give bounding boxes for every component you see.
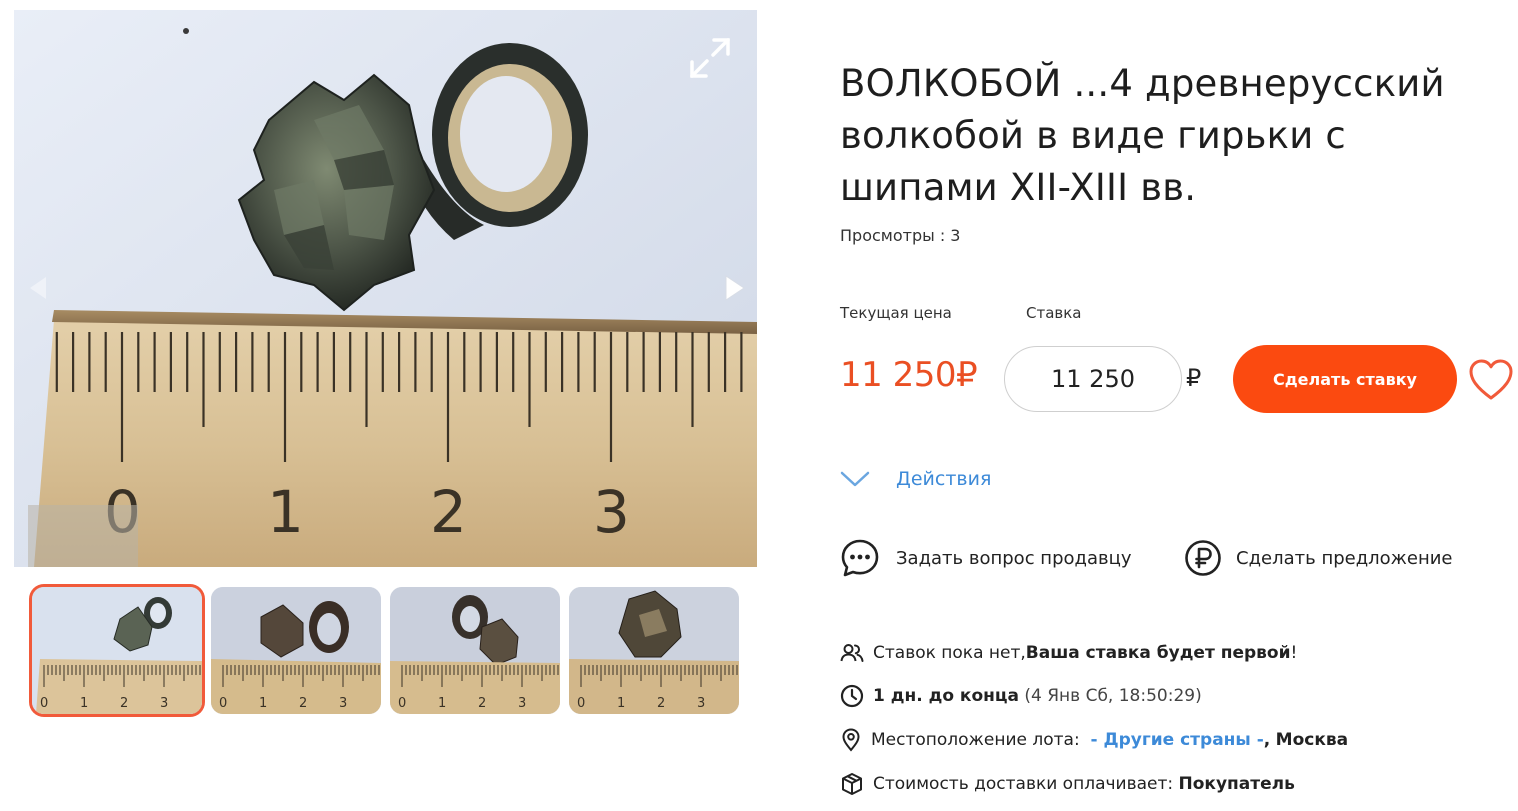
arrow-right-icon[interactable]: [720, 272, 748, 304]
place-bid-button[interactable]: Сделать ставку: [1233, 345, 1457, 413]
thumb-ruler-number: 1: [617, 696, 625, 711]
ruler-number: 2: [430, 478, 467, 546]
ruler-number: 3: [593, 478, 630, 546]
ask-seller-button[interactable]: Задать вопрос продавцу: [840, 538, 1132, 578]
main-photo-image: 0123: [14, 10, 757, 567]
lot-location: Местоположение лота: - Другие страны -, …: [840, 727, 1348, 753]
thumb-ruler-number: 0: [398, 696, 406, 711]
bids-status-emphasis: Ваша ставка будет первой: [1025, 643, 1291, 663]
lot-title: ВОЛКОБОЙ ...4 древнерусский волкобой в в…: [840, 62, 1445, 209]
ruler-graphic: 0123: [34, 310, 757, 567]
actions-toggle[interactable]: Действия: [840, 462, 991, 496]
time-left-value: 1 дн. до конца: [873, 686, 1019, 706]
bid-currency: ₽: [1186, 364, 1202, 392]
delivery-payer-value: Покупатель: [1178, 774, 1295, 794]
ruble-circle-icon: [1185, 540, 1221, 576]
bid-label: Ставка: [1026, 304, 1082, 322]
location-separator: ,: [1263, 730, 1271, 750]
chevron-down-icon: [840, 471, 870, 487]
thumbnail-4[interactable]: 0 1 2 3: [569, 587, 739, 714]
delivery-payer: Стоимость доставки оплачивает: Покупател…: [840, 771, 1295, 797]
thumb-ruler-number: 2: [299, 696, 307, 711]
thumbnail-3[interactable]: 0 1 2 3: [390, 587, 560, 714]
thumb-ruler-number: 3: [697, 696, 705, 711]
bids-status-prefix: Ставок пока нет,: [873, 643, 1026, 663]
box-icon: [842, 773, 862, 795]
ruler-number: 1: [267, 478, 304, 546]
location-pin-icon: [842, 728, 860, 752]
bids-status: Ставок пока нет, Ваша ставка будет перво…: [840, 640, 1297, 666]
thumbnail-2[interactable]: 0 1 2 3: [211, 587, 381, 714]
thumb-ruler-number: 1: [259, 696, 267, 711]
location-city: Москва: [1275, 730, 1349, 750]
thumb-ruler-number: 0: [219, 696, 227, 711]
make-offer-label: Сделать предложение: [1236, 547, 1453, 569]
views-count: Просмотры : 3: [840, 226, 961, 245]
heart-icon[interactable]: [1468, 358, 1514, 402]
clock-icon: [840, 684, 864, 708]
thumb-ruler-number: 2: [478, 696, 486, 711]
delivery-label: Стоимость доставки оплачивает:: [873, 774, 1174, 794]
thumb-ruler-number: 3: [339, 696, 347, 711]
bids-status-suffix: !: [1290, 643, 1298, 663]
arrow-left-icon[interactable]: [26, 274, 50, 302]
location-label: Местоположение лота:: [871, 730, 1080, 750]
current-price-label: Текущая цена: [840, 304, 952, 322]
actions-label: Действия: [896, 468, 992, 490]
chat-icon: [841, 539, 879, 577]
users-icon: [840, 644, 864, 662]
thumb-ruler-number: 3: [518, 696, 526, 711]
current-price: 11 250₽: [840, 355, 978, 395]
auction-end-time: (4 Янв Сб, 18:50:29): [1024, 686, 1202, 706]
thumbnail-1[interactable]: 0 1 2 3: [32, 587, 202, 714]
thumb-ruler-number: 0: [40, 696, 48, 711]
thumb-ruler-number: 0: [577, 696, 585, 711]
expand-icon[interactable]: [686, 34, 734, 82]
thumb-ruler-number: 2: [657, 696, 665, 711]
thumb-ruler-number: 3: [160, 696, 168, 711]
thumb-ruler-number: 1: [438, 696, 446, 711]
make-offer-button[interactable]: Сделать предложение: [1184, 538, 1453, 578]
thumb-ruler-number: 1: [80, 696, 88, 711]
bid-input[interactable]: [1004, 346, 1182, 412]
main-photo[interactable]: 0123: [14, 10, 757, 567]
time-left: 1 дн. до конца (4 Янв Сб, 18:50:29): [840, 683, 1202, 709]
thumb-ruler-number: 2: [120, 696, 128, 711]
ask-seller-label: Задать вопрос продавцу: [896, 547, 1132, 569]
location-region-link[interactable]: - Другие страны -: [1091, 730, 1264, 750]
